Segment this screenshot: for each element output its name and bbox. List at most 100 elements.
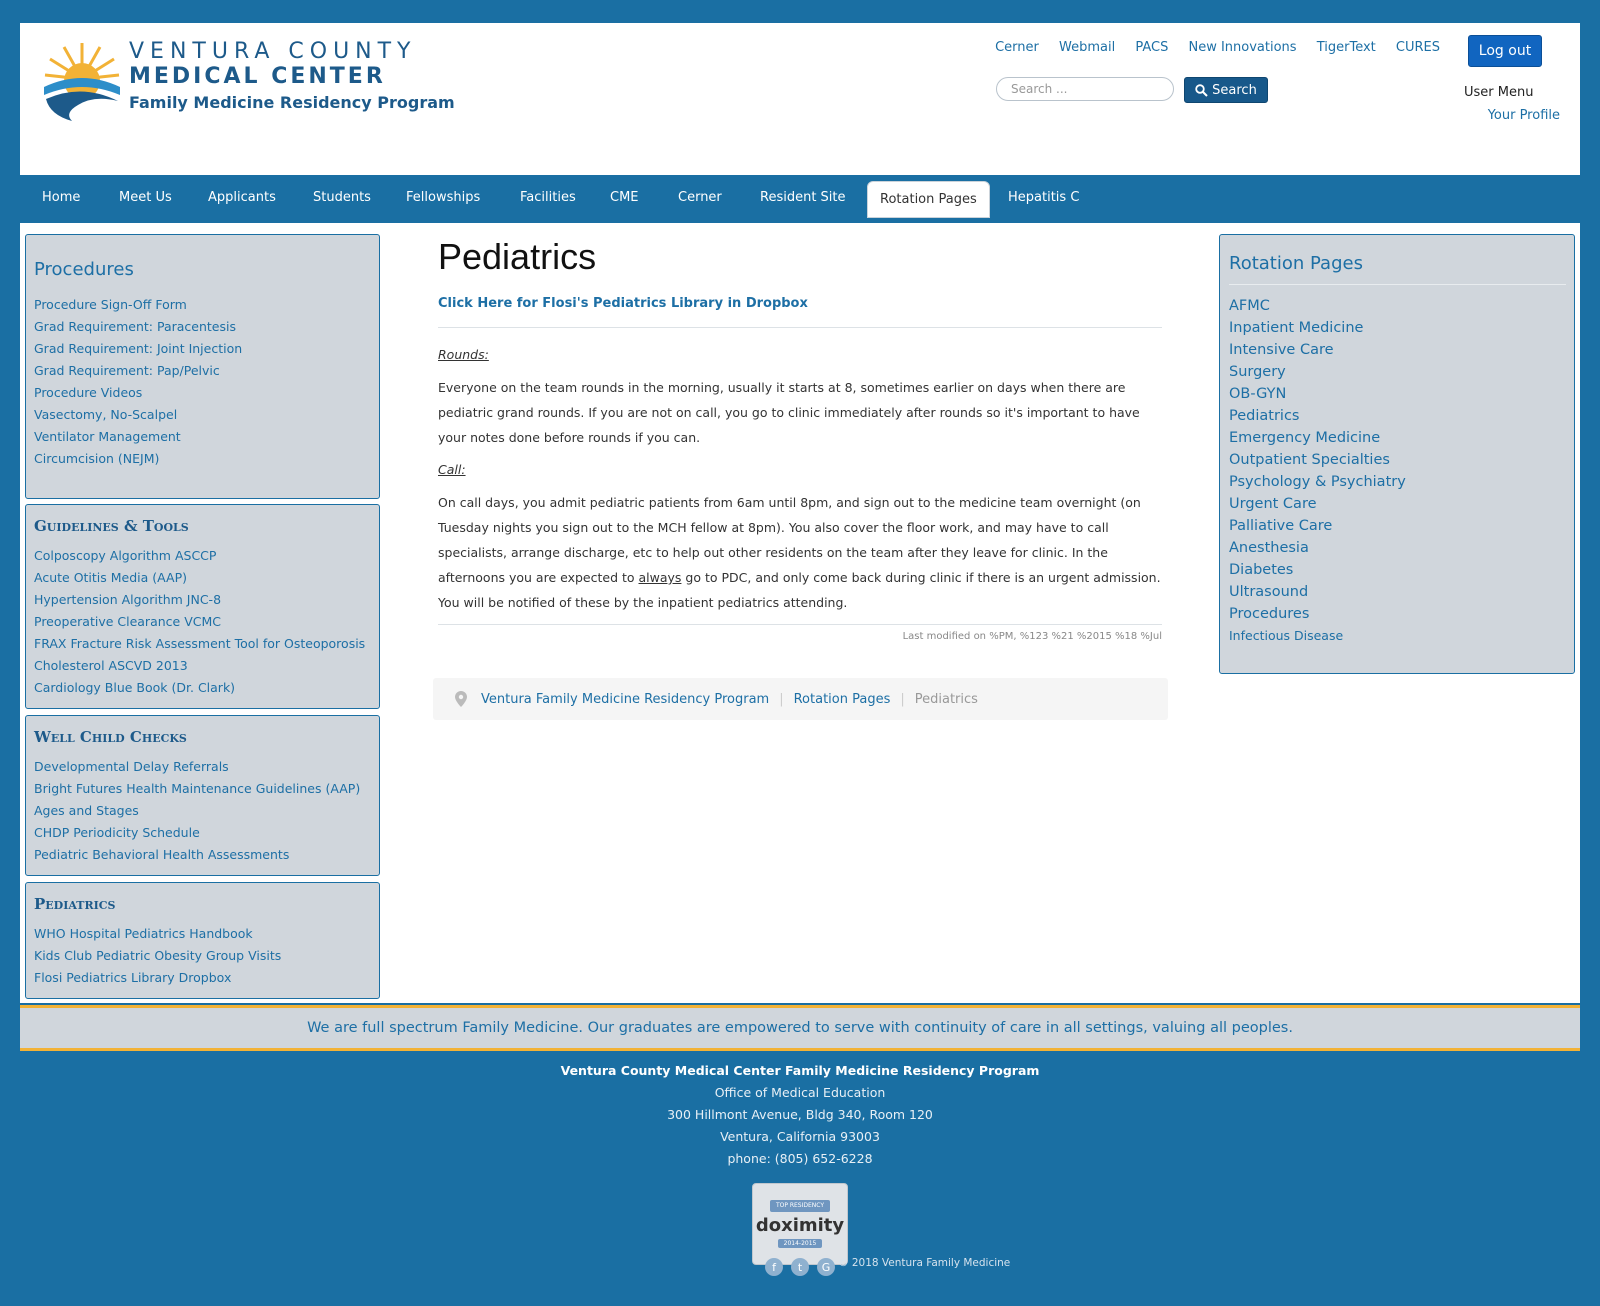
list-item[interactable]: Circumcision (NEJM) — [34, 448, 379, 470]
nav-applicants[interactable]: Applicants — [208, 190, 276, 205]
list-item[interactable]: OB-GYN — [1229, 383, 1566, 405]
nav-resident-site[interactable]: Resident Site — [760, 190, 846, 205]
list-item[interactable]: WHO Hospital Pediatrics Handbook — [34, 923, 379, 945]
toplink-new-innovations[interactable]: New Innovations — [1188, 40, 1296, 55]
nav-cerner[interactable]: Cerner — [678, 190, 722, 205]
location-pin-icon — [455, 691, 467, 707]
procedures-box: Procedures Procedure Sign-Off Form Grad … — [25, 234, 380, 499]
nav-rotation-pages[interactable]: Rotation Pages — [867, 181, 990, 218]
list-item[interactable]: CHDP Periodicity Schedule — [34, 822, 379, 844]
toplink-cures[interactable]: CURES — [1396, 40, 1440, 55]
list-item[interactable]: Ages and Stages — [34, 800, 379, 822]
toplink-cerner[interactable]: Cerner — [995, 40, 1039, 55]
well-child-title: Well Child Checks — [34, 728, 187, 746]
site-logo[interactable]: VENTURA COUNTY MEDICAL CENTER Family Med… — [42, 39, 455, 123]
list-item[interactable]: FRAX Fracture Risk Assessment Tool for O… — [34, 633, 379, 655]
breadcrumb-rotation-pages[interactable]: Rotation Pages — [794, 692, 891, 707]
list-item[interactable]: Ventilator Management — [34, 426, 379, 448]
logo-text: VENTURA COUNTY MEDICAL CENTER Family Med… — [129, 39, 455, 117]
list-item[interactable]: Cholesterol ASCVD 2013 — [34, 655, 379, 677]
dropbox-link[interactable]: Click Here for Flosi's Pediatrics Librar… — [438, 296, 1162, 311]
list-item[interactable]: Procedure Videos — [34, 382, 379, 404]
list-item[interactable]: Urgent Care — [1229, 493, 1566, 515]
nav-hepatitis-c[interactable]: Hepatitis C — [1008, 190, 1079, 205]
your-profile-link[interactable]: Your Profile — [1488, 108, 1560, 123]
site-header: VENTURA COUNTY MEDICAL CENTER Family Med… — [20, 23, 1580, 175]
list-item[interactable]: Colposcopy Algorithm ASCCP — [34, 545, 379, 567]
footer-office: Office of Medical Education — [714, 1085, 886, 1100]
list-item[interactable]: Kids Club Pediatric Obesity Group Visits — [34, 945, 379, 967]
breadcrumb-current: Pediatrics — [914, 691, 978, 707]
toplink-tigertext[interactable]: TigerText — [1317, 40, 1376, 55]
nav-cme[interactable]: CME — [610, 190, 639, 205]
breadcrumb: Ventura Family Medicine Residency Progra… — [433, 678, 1168, 720]
list-item[interactable]: Psychology & Psychiatry — [1229, 471, 1566, 493]
list-item[interactable]: Inpatient Medicine — [1229, 317, 1566, 339]
page-title: Pediatrics — [438, 236, 597, 277]
pediatrics-box-title: Pediatrics — [34, 895, 116, 913]
toplink-webmail[interactable]: Webmail — [1059, 40, 1115, 55]
procedures-title: Procedures — [34, 259, 134, 280]
guidelines-title: Guidelines & Tools — [34, 517, 189, 535]
list-item[interactable]: Grad Requirement: Paracentesis — [34, 316, 379, 338]
list-item[interactable]: Preoperative Clearance VCMC — [34, 611, 379, 633]
user-menu-title: User Menu — [1464, 85, 1534, 100]
footer-tagline: We are full spectrum Family Medicine. Ou… — [20, 1005, 1580, 1051]
facebook-icon[interactable]: f — [765, 1258, 783, 1276]
list-item[interactable]: Flosi Pediatrics Library Dropbox — [34, 967, 379, 989]
well-child-box: Well Child Checks Developmental Delay Re… — [25, 715, 380, 876]
twitter-icon[interactable]: t — [791, 1258, 809, 1276]
nav-home[interactable]: Home — [42, 190, 80, 205]
list-item[interactable]: Diabetes — [1229, 559, 1566, 581]
nav-meet-us[interactable]: Meet Us — [119, 190, 172, 205]
logo-line1: VENTURA COUNTY — [129, 39, 417, 64]
list-item[interactable]: Procedures — [1229, 603, 1566, 625]
doximity-badge[interactable]: TOP RESIDENCY doximity 2014-2015 — [752, 1183, 848, 1265]
list-item[interactable]: Bright Futures Health Maintenance Guidel… — [34, 778, 379, 800]
rounds-label: Rounds: — [438, 347, 489, 362]
list-item[interactable]: Pediatrics — [1229, 405, 1566, 427]
list-item[interactable]: Developmental Delay Referrals — [34, 756, 379, 778]
list-item[interactable]: Hypertension Algorithm JNC-8 — [34, 589, 379, 611]
rotation-pages-box: Rotation Pages AFMC Inpatient Medicine I… — [1219, 234, 1575, 674]
copyright: © 2018 Ventura Family Medicine — [838, 1257, 1011, 1269]
nav-fellowships[interactable]: Fellowships — [406, 190, 480, 205]
footer-phone: phone: (805) 652-6228 — [727, 1151, 873, 1166]
social-links: f t G — [765, 1258, 835, 1276]
search-button-label: Search — [1212, 82, 1257, 98]
list-item[interactable]: Vasectomy, No-Scalpel — [34, 404, 379, 426]
breadcrumb-separator: | — [900, 691, 905, 707]
breadcrumb-home[interactable]: Ventura Family Medicine Residency Progra… — [481, 692, 769, 707]
list-item[interactable]: Intensive Care — [1229, 339, 1566, 361]
list-item[interactable]: Grad Requirement: Pap/Pelvic — [34, 360, 379, 382]
list-item[interactable]: Cardiology Blue Book (Dr. Clark) — [34, 677, 379, 699]
list-item[interactable]: Surgery — [1229, 361, 1566, 383]
toplink-pacs[interactable]: PACS — [1135, 40, 1168, 55]
pediatrics-box: Pediatrics WHO Hospital Pediatrics Handb… — [25, 882, 380, 999]
nav-students[interactable]: Students — [313, 190, 371, 205]
logout-button[interactable]: Log out — [1468, 35, 1542, 67]
rotation-pages-list: AFMC Inpatient Medicine Intensive Care S… — [1229, 295, 1566, 647]
search-input[interactable]: Search ... — [996, 77, 1174, 101]
list-item[interactable]: AFMC — [1229, 295, 1566, 317]
list-item[interactable]: Grad Requirement: Joint Injection — [34, 338, 379, 360]
nav-facilities[interactable]: Facilities — [520, 190, 576, 205]
list-item[interactable]: Palliative Care — [1229, 515, 1566, 537]
search-icon — [1195, 83, 1208, 97]
list-item[interactable]: Procedure Sign-Off Form — [34, 294, 379, 316]
list-item[interactable]: Outpatient Specialties — [1229, 449, 1566, 471]
sun-wave-logo-icon — [44, 43, 120, 121]
list-item[interactable]: Pediatric Behavioral Health Assessments — [34, 844, 379, 866]
badge-name: doximity — [755, 1215, 845, 1236]
list-item[interactable]: Infectious Disease — [1229, 625, 1566, 647]
rounds-text: Everyone on the team rounds in the morni… — [438, 380, 1140, 445]
list-item[interactable]: Anesthesia — [1229, 537, 1566, 559]
list-item[interactable]: Acute Otitis Media (AAP) — [34, 567, 379, 589]
list-item[interactable]: Ultrasound — [1229, 581, 1566, 603]
guidelines-list: Colposcopy Algorithm ASCCP Acute Otitis … — [34, 545, 379, 699]
google-icon[interactable]: G — [817, 1258, 835, 1276]
call-text: On call days, you admit pediatric patien… — [438, 490, 1162, 615]
list-item[interactable]: Emergency Medicine — [1229, 427, 1566, 449]
search-button[interactable]: Search — [1184, 77, 1268, 103]
footer-city: Ventura, California 93003 — [720, 1129, 880, 1144]
